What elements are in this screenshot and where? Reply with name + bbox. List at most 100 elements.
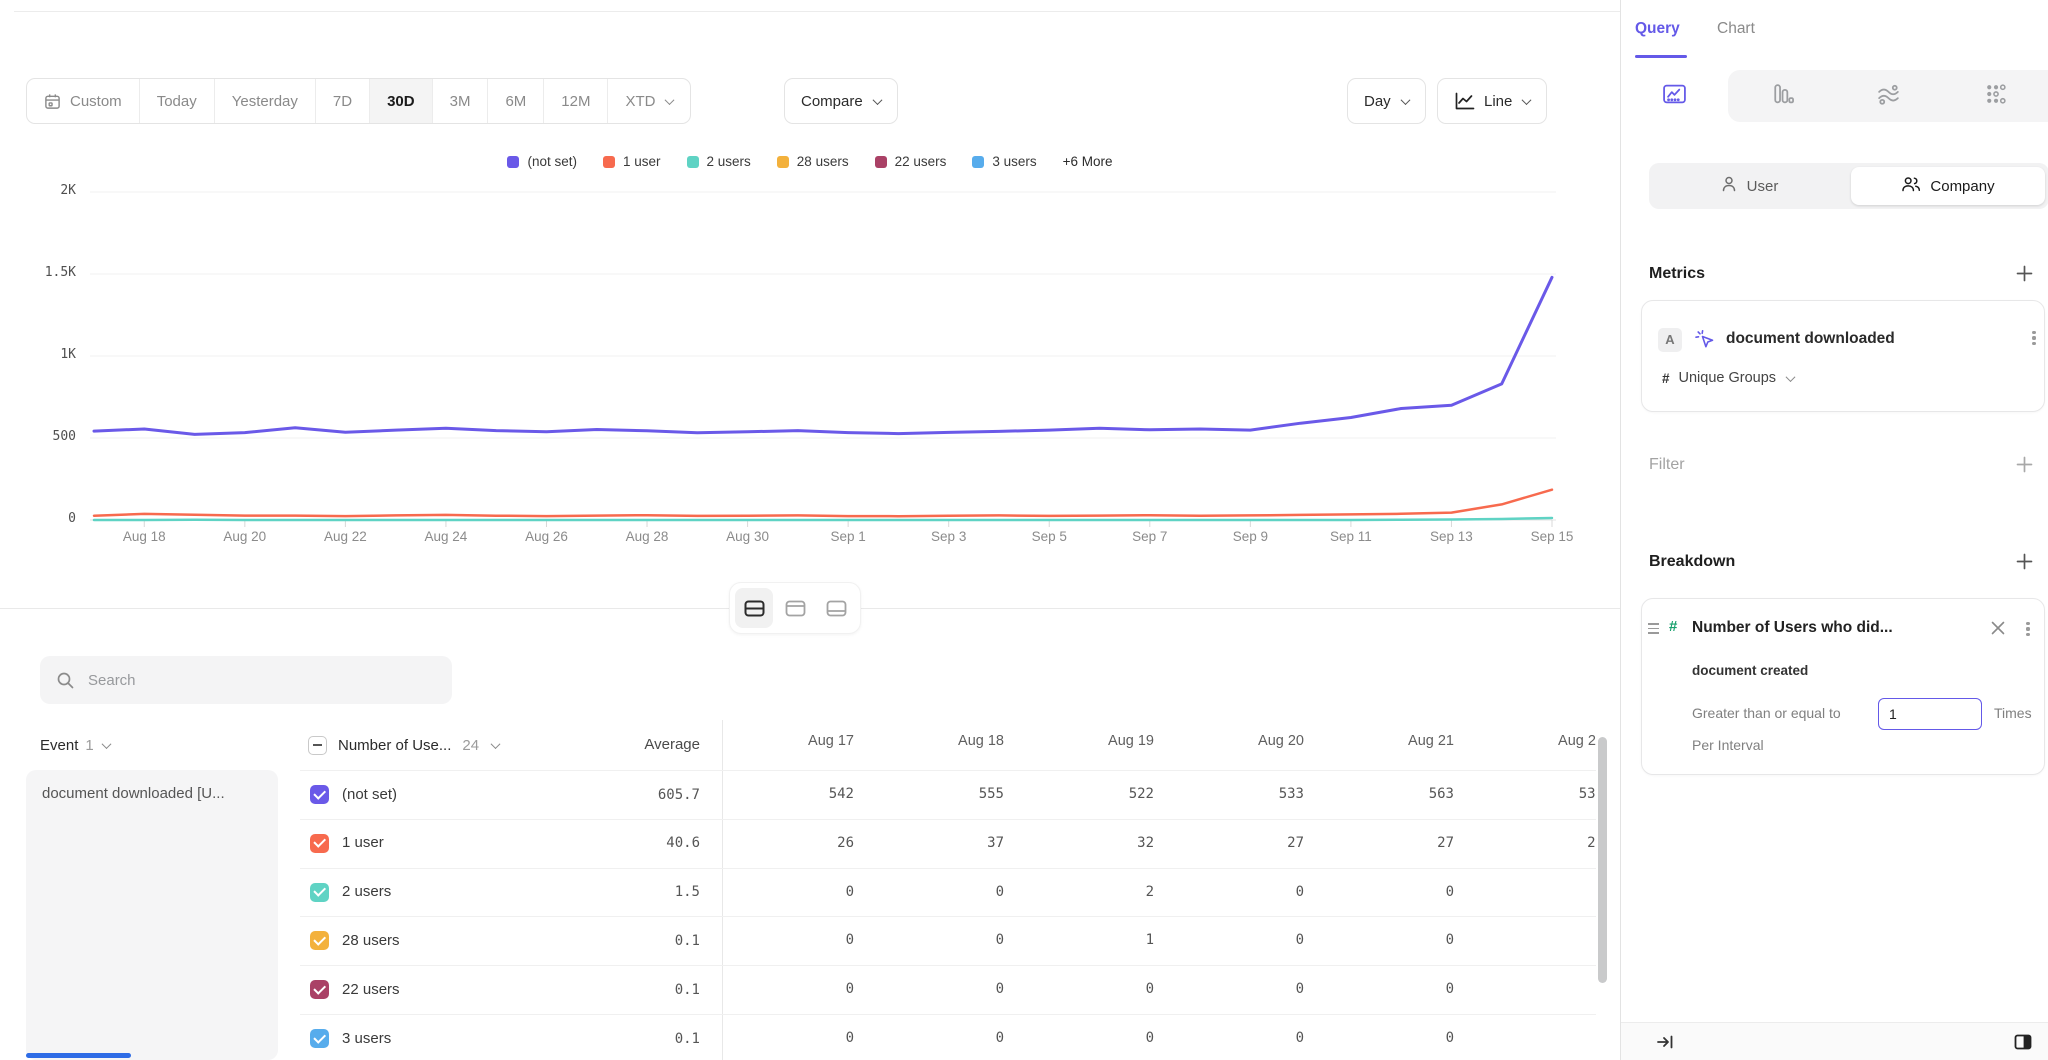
- chevron-down-icon: [101, 739, 111, 749]
- table-vertical-scrollbar[interactable]: [1598, 737, 1607, 983]
- bar-chart-tab[interactable]: [1728, 70, 1835, 122]
- add-metric-button[interactable]: [2015, 264, 2035, 284]
- legend-swatch: [875, 156, 887, 168]
- metrics-section-title: Metrics: [1649, 265, 1705, 283]
- breakdown-section-title: Breakdown: [1649, 553, 1735, 571]
- flow-stream-icon: [1876, 82, 1901, 111]
- panel-layout-icon[interactable]: [2013, 1032, 2033, 1057]
- company-icon: [1901, 175, 1921, 197]
- close-icon[interactable]: [1990, 620, 2006, 636]
- x-axis-label: Sep 13: [1416, 529, 1486, 544]
- average-column-header: Average: [560, 728, 700, 762]
- row-separator: [300, 916, 1596, 917]
- legend-item[interactable]: (not set): [507, 154, 577, 169]
- date-column-headers: Aug 17Aug 18Aug 19Aug 20Aug 21Aug 22: [732, 720, 1596, 762]
- date-preset-label: Custom: [70, 93, 122, 110]
- row-label: 2 users: [342, 881, 391, 903]
- bottom-panel-view-button[interactable]: [817, 588, 855, 628]
- date-preset-custom[interactable]: Custom: [27, 79, 140, 123]
- breakdown-per-interval-label: Per Interval: [1692, 737, 1764, 753]
- row-checkbox[interactable]: [310, 980, 329, 999]
- metric-menu-button[interactable]: [2026, 328, 2042, 348]
- date-preset-6m[interactable]: 6M: [488, 79, 544, 123]
- metric-card[interactable]: A document downloaded # Unique Groups: [1641, 300, 2045, 412]
- row-separator: [300, 819, 1596, 820]
- event-count: 1: [85, 737, 93, 754]
- x-axis-label: Aug 22: [310, 529, 380, 544]
- y-axis-label: 1K: [14, 347, 76, 365]
- legend-swatch: [972, 156, 984, 168]
- row-checkbox[interactable]: [310, 883, 329, 902]
- aggregation-prefix: #: [1662, 371, 1670, 386]
- compare-button[interactable]: Compare: [784, 78, 898, 124]
- y-axis-label: 2K: [14, 183, 76, 201]
- chevron-down-icon: [872, 95, 882, 105]
- line-chart[interactable]: [90, 185, 1556, 535]
- legend-swatch: [603, 156, 615, 168]
- query-panel: Query Chart: [1620, 0, 2048, 1060]
- toggle-company[interactable]: Company: [1851, 167, 2045, 205]
- date-preset-12m[interactable]: 12M: [544, 79, 608, 123]
- table-horizontal-scrollbar[interactable]: [26, 1053, 131, 1058]
- date-preset-label: 30D: [387, 93, 415, 110]
- group-header-label: Number of Use...: [338, 737, 451, 754]
- drag-handle-icon[interactable]: [1648, 623, 1659, 634]
- row-checkbox[interactable]: [310, 785, 329, 804]
- interval-dropdown[interactable]: Day: [1347, 78, 1426, 124]
- date-preset-30d[interactable]: 30D: [370, 79, 433, 123]
- breakdown-title: Number of Users who did...: [1692, 619, 1982, 637]
- tab-query[interactable]: Query: [1635, 20, 1680, 38]
- date-preset-today[interactable]: Today: [140, 79, 215, 123]
- chevron-down-icon: [1522, 95, 1532, 105]
- breakdown-value-input[interactable]: [1878, 698, 1982, 730]
- y-axis-label: 1.5K: [14, 265, 76, 283]
- date-preset-7d[interactable]: 7D: [316, 79, 370, 123]
- legend-item[interactable]: 22 users: [875, 154, 947, 169]
- legend-more-button[interactable]: +6 More: [1063, 154, 1113, 169]
- chevron-down-icon: [665, 95, 675, 105]
- chevron-down-icon: [1400, 95, 1410, 105]
- aggregation-dropdown[interactable]: # Unique Groups: [1662, 370, 1794, 386]
- row-checkbox[interactable]: [310, 1029, 329, 1048]
- toggle-company-label: Company: [1930, 178, 1994, 195]
- breakdown-menu-button[interactable]: [2020, 619, 2036, 639]
- breakdown-event-name: document created: [1692, 663, 1808, 678]
- date-preset-label: 3M: [450, 93, 471, 110]
- insights-line-chart-icon: [1662, 82, 1687, 111]
- more-chart-types-tab[interactable]: [1942, 70, 2048, 122]
- legend-item[interactable]: 2 users: [687, 154, 751, 169]
- breakdown-card[interactable]: # Number of Users who did... document cr…: [1641, 598, 2045, 775]
- event-column-header[interactable]: Event 1: [40, 728, 110, 762]
- date-preset-yesterday[interactable]: Yesterday: [215, 79, 316, 123]
- add-breakdown-button[interactable]: [2015, 552, 2035, 572]
- x-axis-label: Sep 15: [1517, 529, 1587, 544]
- legend-item[interactable]: 28 users: [777, 154, 849, 169]
- date-preset-label: 7D: [333, 93, 352, 110]
- legend-item[interactable]: 1 user: [603, 154, 661, 169]
- select-all-checkbox[interactable]: [308, 736, 327, 755]
- legend-label: (not set): [527, 154, 577, 169]
- legend-item[interactable]: 3 users: [972, 154, 1036, 169]
- chart-type-dropdown[interactable]: Line: [1437, 78, 1547, 124]
- table-date-header: Aug 20: [1182, 720, 1332, 762]
- toggle-user[interactable]: User: [1649, 163, 1849, 209]
- collapse-panel-icon[interactable]: [1655, 1032, 1675, 1057]
- flow-chart-tab[interactable]: [1835, 70, 1942, 122]
- group-column-header[interactable]: Number of Use... 24: [308, 728, 499, 762]
- search-input[interactable]: [40, 656, 452, 704]
- row-checkbox[interactable]: [310, 834, 329, 853]
- x-axis-label: Sep 7: [1115, 529, 1185, 544]
- group-property-icon: #: [1669, 618, 1677, 635]
- tab-chart[interactable]: Chart: [1717, 20, 1755, 38]
- row-checkbox[interactable]: [310, 931, 329, 950]
- insights-chart-tab[interactable]: [1621, 70, 1728, 122]
- top-panel-view-button[interactable]: [776, 588, 814, 628]
- date-preset-3m[interactable]: 3M: [433, 79, 489, 123]
- x-axis-label: Sep 1: [813, 529, 883, 544]
- legend-label: 28 users: [797, 154, 849, 169]
- add-filter-button[interactable]: [2015, 455, 2035, 475]
- split-view-button[interactable]: [735, 588, 773, 628]
- date-preset-xtd[interactable]: XTD: [608, 79, 690, 123]
- search-icon: [56, 671, 75, 695]
- row-average: 0.1: [560, 930, 700, 952]
